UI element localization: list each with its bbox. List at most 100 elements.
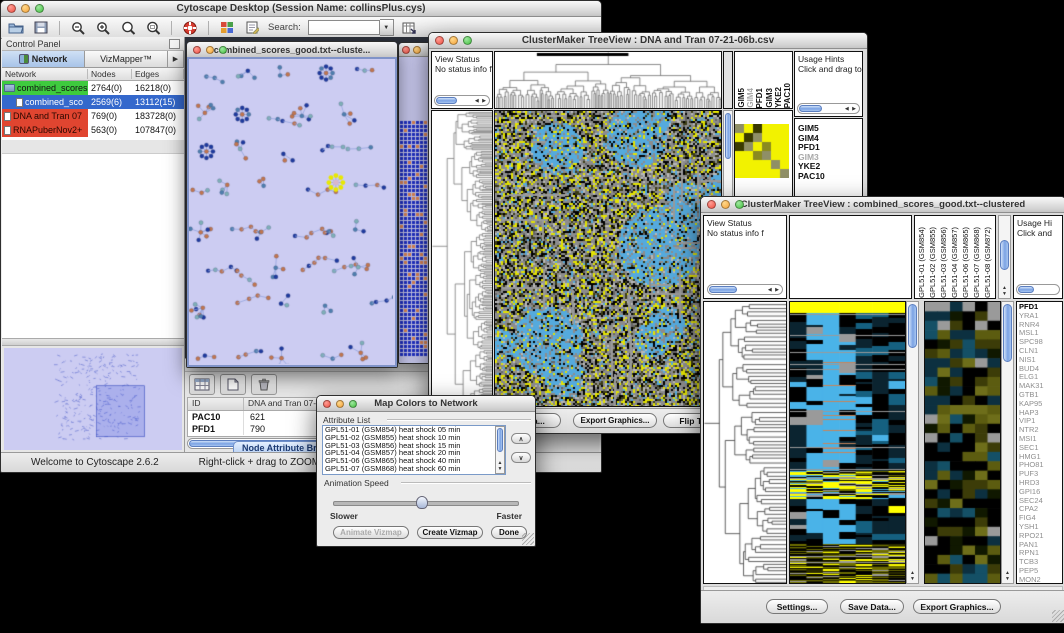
animate-vizmap-button[interactable]: Animate Vizmap [333, 526, 409, 539]
array-column-label[interactable]: GPL51-07 (GSM868) [972, 227, 983, 298]
resize-grip[interactable] [1052, 610, 1064, 622]
array-column-label[interactable]: GPL51-02 (GSM855) [928, 227, 939, 298]
export-graphics-button[interactable]: Export Graphics... [913, 599, 1001, 614]
zoom-selected-button[interactable] [119, 19, 137, 36]
zoom-out-button[interactable] [69, 19, 87, 36]
zoom-vscrollbar[interactable] [1001, 301, 1014, 584]
gene-column-label[interactable]: YKE2 [774, 87, 783, 108]
usage-hscrollbar[interactable] [1016, 284, 1060, 295]
zoom-heatmap[interactable] [925, 302, 1000, 583]
help-button[interactable] [181, 19, 199, 36]
zoom-fit-button[interactable] [144, 19, 162, 36]
slider-thumb[interactable] [416, 496, 428, 509]
scroll-arrows-icon[interactable] [907, 570, 918, 582]
view-status-hscrollbar[interactable] [707, 284, 783, 295]
listbox-vscrollbar[interactable] [495, 426, 505, 474]
zoom-button[interactable] [219, 46, 227, 54]
column-header-network[interactable]: Network [2, 69, 88, 79]
zoom-button[interactable] [349, 400, 357, 408]
attribute-list-item[interactable]: GPL51-07 (GSM868) heat shock 60 min [323, 465, 494, 473]
array-column-label[interactable]: GPL51-01 (GSM854) [917, 227, 928, 298]
export-graphics-button[interactable]: Export Graphics... [573, 413, 657, 428]
row-dendrogram[interactable] [432, 111, 492, 406]
import-table-button[interactable] [401, 19, 419, 36]
network-list-row[interactable]: combined_sco 2569(6) 13112(15) [2, 95, 184, 109]
array-column-label[interactable]: GPL51-08 (GSM872) [983, 227, 994, 298]
zoom-button[interactable] [35, 4, 44, 13]
gene-column-label[interactable]: GIM4 [746, 88, 755, 108]
minimize-button[interactable] [449, 36, 458, 45]
network-window-title-bar[interactable]: combined_scores_good.txt--cluste... [187, 42, 397, 58]
search-input[interactable] [308, 20, 380, 35]
close-button[interactable] [323, 400, 331, 408]
close-button[interactable] [193, 46, 201, 54]
column-header-edges[interactable]: Edges [132, 69, 184, 79]
array-column-label[interactable]: GPL51-04 (GSM857) [950, 227, 961, 298]
create-vizmap-button[interactable]: Create Vizmap [417, 526, 483, 539]
global-vscrollbar[interactable] [906, 301, 919, 584]
gene-column-label[interactable]: PFD1 [755, 88, 764, 108]
global-heatmap[interactable] [790, 302, 905, 583]
network-graph-view[interactable] [189, 59, 393, 364]
global-heatmap[interactable] [495, 111, 721, 406]
network-list-row[interactable]: RNAPuberNov2+ 563(0) 107847(0) [2, 123, 184, 137]
array-column-label[interactable]: GPL51-03 (GSM856) [939, 227, 950, 298]
delete-attribute-button[interactable] [251, 374, 277, 395]
scroll-arrows-icon[interactable] [475, 96, 487, 105]
minimize-button[interactable] [336, 400, 344, 408]
column-header-nodes[interactable]: Nodes [88, 69, 132, 79]
zoom-button[interactable] [735, 200, 744, 209]
array-column-label[interactable]: GPL51-06 (GSM865) [961, 227, 972, 298]
select-attributes-button[interactable] [189, 374, 215, 395]
labels-vscrollbar[interactable] [998, 215, 1011, 299]
dialog-title-bar[interactable]: Map Colors to Network [317, 396, 535, 412]
minimize-button[interactable] [721, 200, 730, 209]
close-button[interactable] [435, 36, 444, 45]
gene-column-label[interactable]: GIM5 [737, 88, 746, 108]
main-title-bar[interactable]: Cytoscape Desktop (Session Name: collins… [1, 1, 601, 17]
gene-label[interactable]: MON2 [1019, 576, 1062, 584]
tab-vizmapper[interactable]: VizMapper™ [85, 51, 168, 67]
scroll-arrows-icon[interactable] [999, 285, 1010, 297]
tab-network[interactable]: Network [2, 51, 85, 67]
network-list-row[interactable]: combined_scores 2764(0) 16218(0) [2, 81, 184, 95]
close-button[interactable] [707, 200, 716, 209]
network-list-row[interactable]: DNA and Tran 07 769(0) 183728(0) [2, 109, 184, 123]
gene-column-label[interactable]: PAC10 [783, 83, 792, 108]
open-session-button[interactable] [7, 19, 25, 36]
save-session-button[interactable] [32, 19, 50, 36]
row-dendrogram[interactable] [704, 302, 786, 583]
settings-button[interactable]: Settings... [766, 599, 828, 614]
new-attribute-button[interactable] [220, 374, 246, 395]
treeview1-title-bar[interactable]: ClusterMaker TreeView : DNA and Tran 07-… [429, 33, 867, 49]
column-dendrogram[interactable] [495, 52, 721, 108]
save-data-button[interactable]: Save Data... [840, 599, 904, 614]
scroll-arrows-icon[interactable] [768, 285, 780, 294]
minimize-button[interactable] [413, 46, 421, 54]
tab-overflow-arrow[interactable] [168, 51, 184, 67]
move-up-button[interactable]: ∧ [511, 433, 531, 444]
minimize-button[interactable] [21, 4, 30, 13]
vizmap-button[interactable] [218, 19, 236, 36]
panel-splitter[interactable] [2, 338, 184, 346]
zoom-in-button[interactable] [94, 19, 112, 36]
treeview2-title-bar[interactable]: ClusterMaker TreeView : combined_scores_… [701, 197, 1064, 213]
scroll-arrows-icon[interactable] [496, 460, 504, 472]
move-down-button[interactable]: ∨ [511, 452, 531, 463]
background-network-window[interactable] [398, 42, 432, 364]
zoom-button[interactable] [463, 36, 472, 45]
float-panel-icon[interactable] [169, 39, 180, 49]
scroll-arrows-icon[interactable] [1002, 570, 1013, 582]
close-button[interactable] [7, 4, 16, 13]
network-overview-thumbnail[interactable] [4, 348, 182, 450]
resize-grip[interactable] [522, 533, 534, 545]
dendro-scroll-strip[interactable] [723, 51, 733, 109]
gene-row-label[interactable]: PAC10 [798, 172, 862, 182]
column-header-id[interactable]: ID [188, 398, 244, 410]
gene-column-label[interactable]: GIM3 [765, 88, 774, 108]
similarity-submatrix[interactable] [735, 124, 789, 178]
background-window-title-bar[interactable] [399, 43, 431, 57]
minimize-button[interactable] [206, 46, 214, 54]
search-dropdown-button[interactable] [380, 19, 394, 36]
usage-hscrollbar[interactable] [797, 103, 860, 114]
